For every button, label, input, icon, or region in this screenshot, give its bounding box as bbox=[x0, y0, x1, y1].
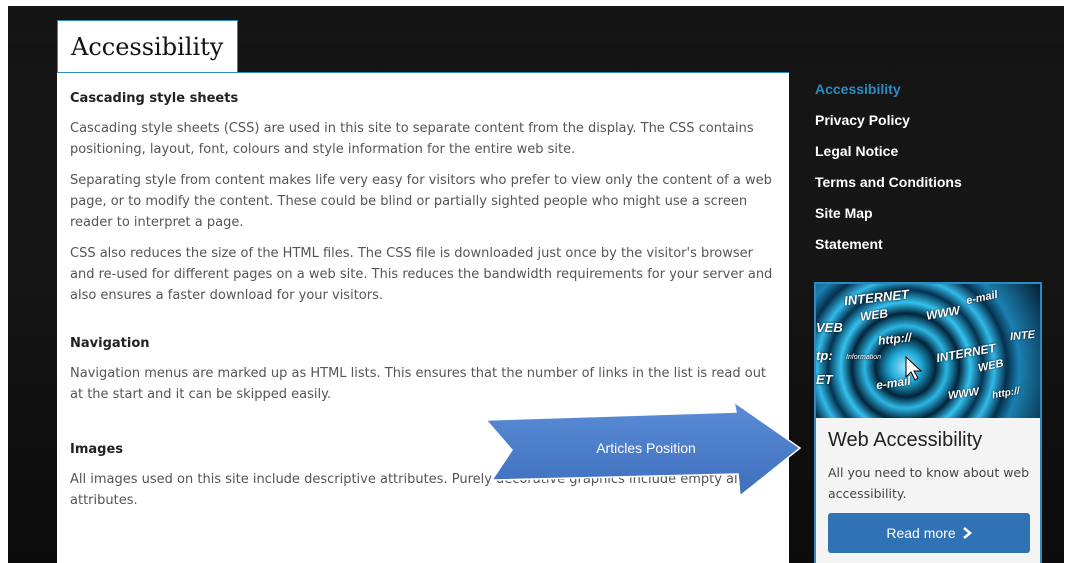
sidebar-link-terms-and-conditions[interactable]: Terms and Conditions bbox=[815, 171, 962, 202]
page-title: Accessibility bbox=[71, 32, 224, 61]
image-word: INTE bbox=[1009, 328, 1036, 344]
sidebar-link-accessibility[interactable]: Accessibility bbox=[815, 78, 962, 109]
sidebar-nav: Accessibility Privacy Policy Legal Notic… bbox=[815, 78, 962, 264]
page-title-tab: Accessibility bbox=[57, 20, 239, 72]
section-heading: Navigation bbox=[70, 336, 150, 351]
read-more-label: Read more bbox=[886, 525, 956, 541]
image-word: WWW bbox=[947, 385, 980, 403]
image-word: e-mail bbox=[965, 288, 999, 308]
paragraph: Cascading style sheets (CSS) are used in… bbox=[70, 121, 754, 157]
article-card-title[interactable]: Web Accessibility bbox=[828, 429, 982, 452]
image-word: WEB bbox=[977, 357, 1005, 375]
callout-label: Articles Position bbox=[596, 440, 696, 456]
image-word: WEB bbox=[859, 306, 889, 324]
image-word: http:// bbox=[877, 330, 912, 348]
sidebar-link-site-map[interactable]: Site Map bbox=[815, 202, 962, 233]
sidebar-link-statement[interactable]: Statement bbox=[815, 233, 962, 264]
section-css: Cascading style sheets Cascading style s… bbox=[70, 91, 775, 306]
paragraph: Separating style from content makes life… bbox=[70, 173, 772, 230]
articles-position-callout: Articles Position bbox=[478, 400, 803, 498]
section-navigation: Navigation Navigation menus are marked u… bbox=[70, 336, 775, 405]
page-background: Accessibility Cascading style sheets Cas… bbox=[8, 6, 1064, 563]
image-word: tp: bbox=[816, 348, 833, 363]
article-card: INTERNET e-mail WEB WWW http:// INTERNET… bbox=[814, 282, 1042, 563]
article-card-image[interactable]: INTERNET e-mail WEB WWW http:// INTERNET… bbox=[816, 284, 1040, 418]
image-word: WWW bbox=[925, 303, 961, 323]
sidebar-link-privacy-policy[interactable]: Privacy Policy bbox=[815, 109, 962, 140]
article-card-description: All you need to know about web accessibi… bbox=[828, 465, 1030, 501]
image-word: VEB bbox=[816, 320, 843, 335]
sidebar-link-legal-notice[interactable]: Legal Notice bbox=[815, 140, 962, 171]
read-more-button[interactable]: Read more bbox=[828, 513, 1030, 553]
image-word: http:// bbox=[991, 385, 1021, 402]
chevron-right-icon bbox=[962, 527, 972, 539]
paragraph: CSS also reduces the size of the HTML fi… bbox=[70, 246, 773, 303]
image-word: ET bbox=[816, 372, 833, 387]
image-word: INTERNET bbox=[843, 286, 910, 309]
paragraph: Navigation menus are marked up as HTML l… bbox=[70, 366, 767, 402]
cursor-icon bbox=[905, 356, 923, 381]
section-heading: Cascading style sheets bbox=[70, 91, 239, 106]
image-word: Information bbox=[846, 354, 882, 361]
